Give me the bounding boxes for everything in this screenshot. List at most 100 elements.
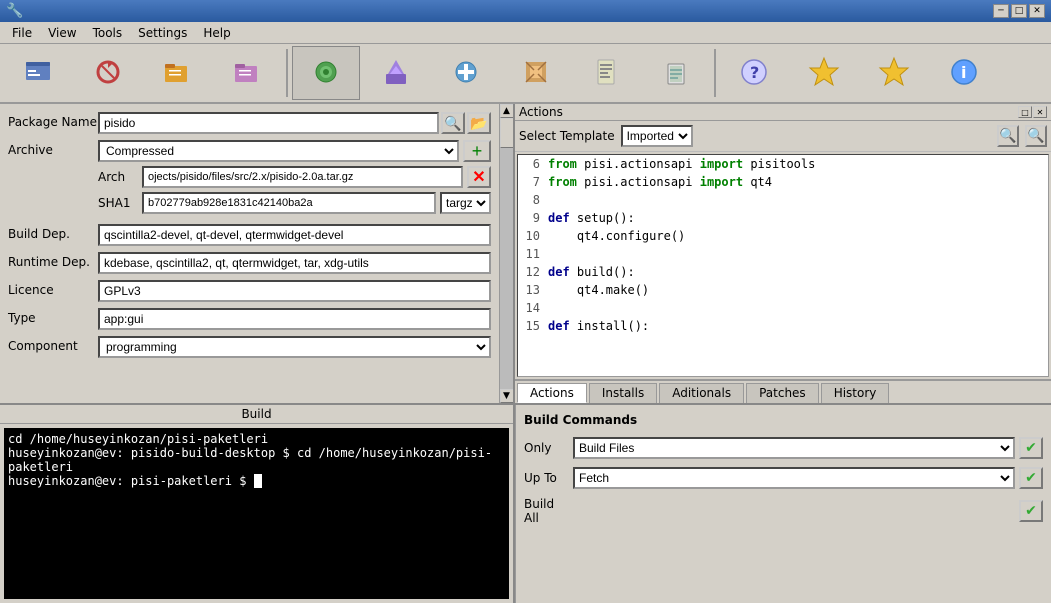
reset-button[interactable] xyxy=(74,46,142,100)
titlebar: 🔧 ─ □ ✕ xyxy=(0,0,1051,22)
panel-restore-button[interactable]: □ xyxy=(1018,106,1032,118)
app-icon: 🔧 xyxy=(6,3,23,19)
scroll-track[interactable] xyxy=(500,118,514,389)
type-label: Type xyxy=(8,308,98,325)
upto-label: Up To xyxy=(524,471,569,485)
select-template-label: Select Template xyxy=(519,129,615,143)
menubar: File View Tools Settings Help xyxy=(0,22,1051,44)
form-area: Package Name 🔍 📂 Archive xyxy=(0,104,499,403)
code-line-9: 9 def setup(): xyxy=(518,209,1048,227)
aditionals-button[interactable] xyxy=(432,46,500,100)
type-input[interactable] xyxy=(98,308,491,330)
about-icon: i xyxy=(948,56,980,88)
menu-settings[interactable]: Settings xyxy=(130,24,195,42)
code-line-13: 13 qt4.make() xyxy=(518,281,1048,299)
aditionals-icon xyxy=(450,56,482,88)
zoom-in-button[interactable]: 🔍 xyxy=(997,125,1019,147)
help-button[interactable]: ? xyxy=(720,46,788,100)
only-row: Only Build Files ✔ xyxy=(524,437,1043,459)
menu-file[interactable]: File xyxy=(4,24,40,42)
upto-row: Up To Fetch ✔ xyxy=(524,467,1043,489)
actions-api-button[interactable] xyxy=(790,46,858,100)
actions-panel-title: Actions xyxy=(519,105,563,119)
maximize-button[interactable]: □ xyxy=(1011,4,1027,18)
build-left-panel: Build cd /home/huseyinkozan/pisi-paketle… xyxy=(0,405,515,603)
minimize-button[interactable]: ─ xyxy=(993,4,1009,18)
tab-actions[interactable]: Actions xyxy=(517,383,587,403)
sha1-input[interactable] xyxy=(142,192,436,214)
arch-input[interactable] xyxy=(142,166,463,188)
about-button[interactable]: i xyxy=(930,46,998,100)
panel-buttons: □ ✕ xyxy=(1018,106,1047,118)
patches-button[interactable] xyxy=(502,46,570,100)
bottom-row: Build cd /home/huseyinkozan/pisi-paketle… xyxy=(0,403,1051,603)
actions-panel-titlebar: Actions □ ✕ xyxy=(515,104,1051,121)
build-button[interactable] xyxy=(642,46,710,100)
package-name-search-button[interactable]: 🔍 xyxy=(441,112,465,134)
component-label: Component xyxy=(8,336,98,353)
package-name-field: 🔍 📂 xyxy=(98,112,491,134)
code-editor[interactable]: 6 from pisi.actionsapi import pisitools … xyxy=(517,154,1049,377)
archive-label: Archive xyxy=(8,140,98,157)
buildall-run-button[interactable]: ✔ xyxy=(1019,500,1043,522)
sha1-format-select[interactable]: targz xyxy=(440,192,491,214)
only-label: Only xyxy=(524,441,569,455)
code-line-7: 7 from pisi.actionsapi import qt4 xyxy=(518,173,1048,191)
archive-add-button[interactable]: + xyxy=(463,140,491,162)
tab-aditionals[interactable]: Aditionals xyxy=(659,383,744,403)
package-name-folder-button[interactable]: 📂 xyxy=(467,112,491,134)
scroll-down-arrow[interactable]: ▼ xyxy=(500,389,514,403)
licence-input[interactable] xyxy=(98,280,491,302)
runtime-dep-input[interactable] xyxy=(98,252,491,274)
archive-type-select[interactable]: Compressed xyxy=(98,140,459,162)
panel-close-button[interactable]: ✕ xyxy=(1033,106,1047,118)
menu-view[interactable]: View xyxy=(40,24,84,42)
code-line-11: 11 xyxy=(518,245,1048,263)
template-select[interactable]: Imported xyxy=(621,125,693,147)
installs-icon xyxy=(380,56,412,88)
terminal-line-2: huseyinkozan@ev: pisido-build-desktop $ … xyxy=(8,446,505,474)
menu-help[interactable]: Help xyxy=(195,24,238,42)
build-dep-input[interactable] xyxy=(98,224,491,246)
package-name-label: Package Name xyxy=(8,112,98,129)
sha1-label: SHA1 xyxy=(98,196,138,210)
open-ppd-icon xyxy=(232,56,264,88)
package-name-input[interactable] xyxy=(98,112,439,134)
build-dep-row: Build Dep. xyxy=(8,224,491,246)
tab-installs[interactable]: Installs xyxy=(589,383,657,403)
build-controls: Build Commands Only Build Files ✔ Up To … xyxy=(515,405,1051,603)
left-scrollbar[interactable]: ▲ ▼ xyxy=(499,104,513,403)
tab-patches[interactable]: Patches xyxy=(746,383,819,403)
zoom-out-button[interactable]: 🔍 xyxy=(1025,125,1047,147)
menu-tools[interactable]: Tools xyxy=(85,24,131,42)
only-select[interactable]: Build Files xyxy=(573,437,1015,459)
scroll-up-arrow[interactable]: ▲ xyxy=(500,104,514,118)
change-ws-button[interactable] xyxy=(4,46,72,100)
pisi-spec-button[interactable] xyxy=(860,46,928,100)
reset-icon xyxy=(92,56,124,88)
open-ppd-button[interactable] xyxy=(214,46,282,100)
main-area: Package Name 🔍 📂 Archive xyxy=(0,104,1051,603)
upto-select[interactable]: Fetch xyxy=(573,467,1015,489)
history-icon xyxy=(590,56,622,88)
code-line-10: 10 qt4.configure() xyxy=(518,227,1048,245)
arch-delete-button[interactable]: ✕ xyxy=(467,166,491,188)
top-row: Package Name 🔍 📂 Archive xyxy=(0,104,1051,403)
archive-field: Compressed + Arch ✕ SH xyxy=(98,140,491,218)
change-ws-icon xyxy=(22,56,54,88)
build-terminal[interactable]: cd /home/huseyinkozan/pisi-paketleri hus… xyxy=(4,428,509,599)
actions-toolbar: Select Template Imported 🔍 🔍 xyxy=(515,121,1051,152)
toolbar-separator-2 xyxy=(714,49,716,97)
installs-button[interactable] xyxy=(362,46,430,100)
only-run-button[interactable]: ✔ xyxy=(1019,437,1043,459)
build-dep-label: Build Dep. xyxy=(8,224,98,241)
scroll-thumb[interactable] xyxy=(500,118,514,148)
tab-history[interactable]: History xyxy=(821,383,890,403)
open-ws-button[interactable] xyxy=(144,46,212,100)
component-select[interactable]: programming xyxy=(98,336,491,358)
actions-button[interactable] xyxy=(292,46,360,100)
buildall-label: Build All xyxy=(524,497,569,525)
upto-run-button[interactable]: ✔ xyxy=(1019,467,1043,489)
history-button[interactable] xyxy=(572,46,640,100)
close-button[interactable]: ✕ xyxy=(1029,4,1045,18)
